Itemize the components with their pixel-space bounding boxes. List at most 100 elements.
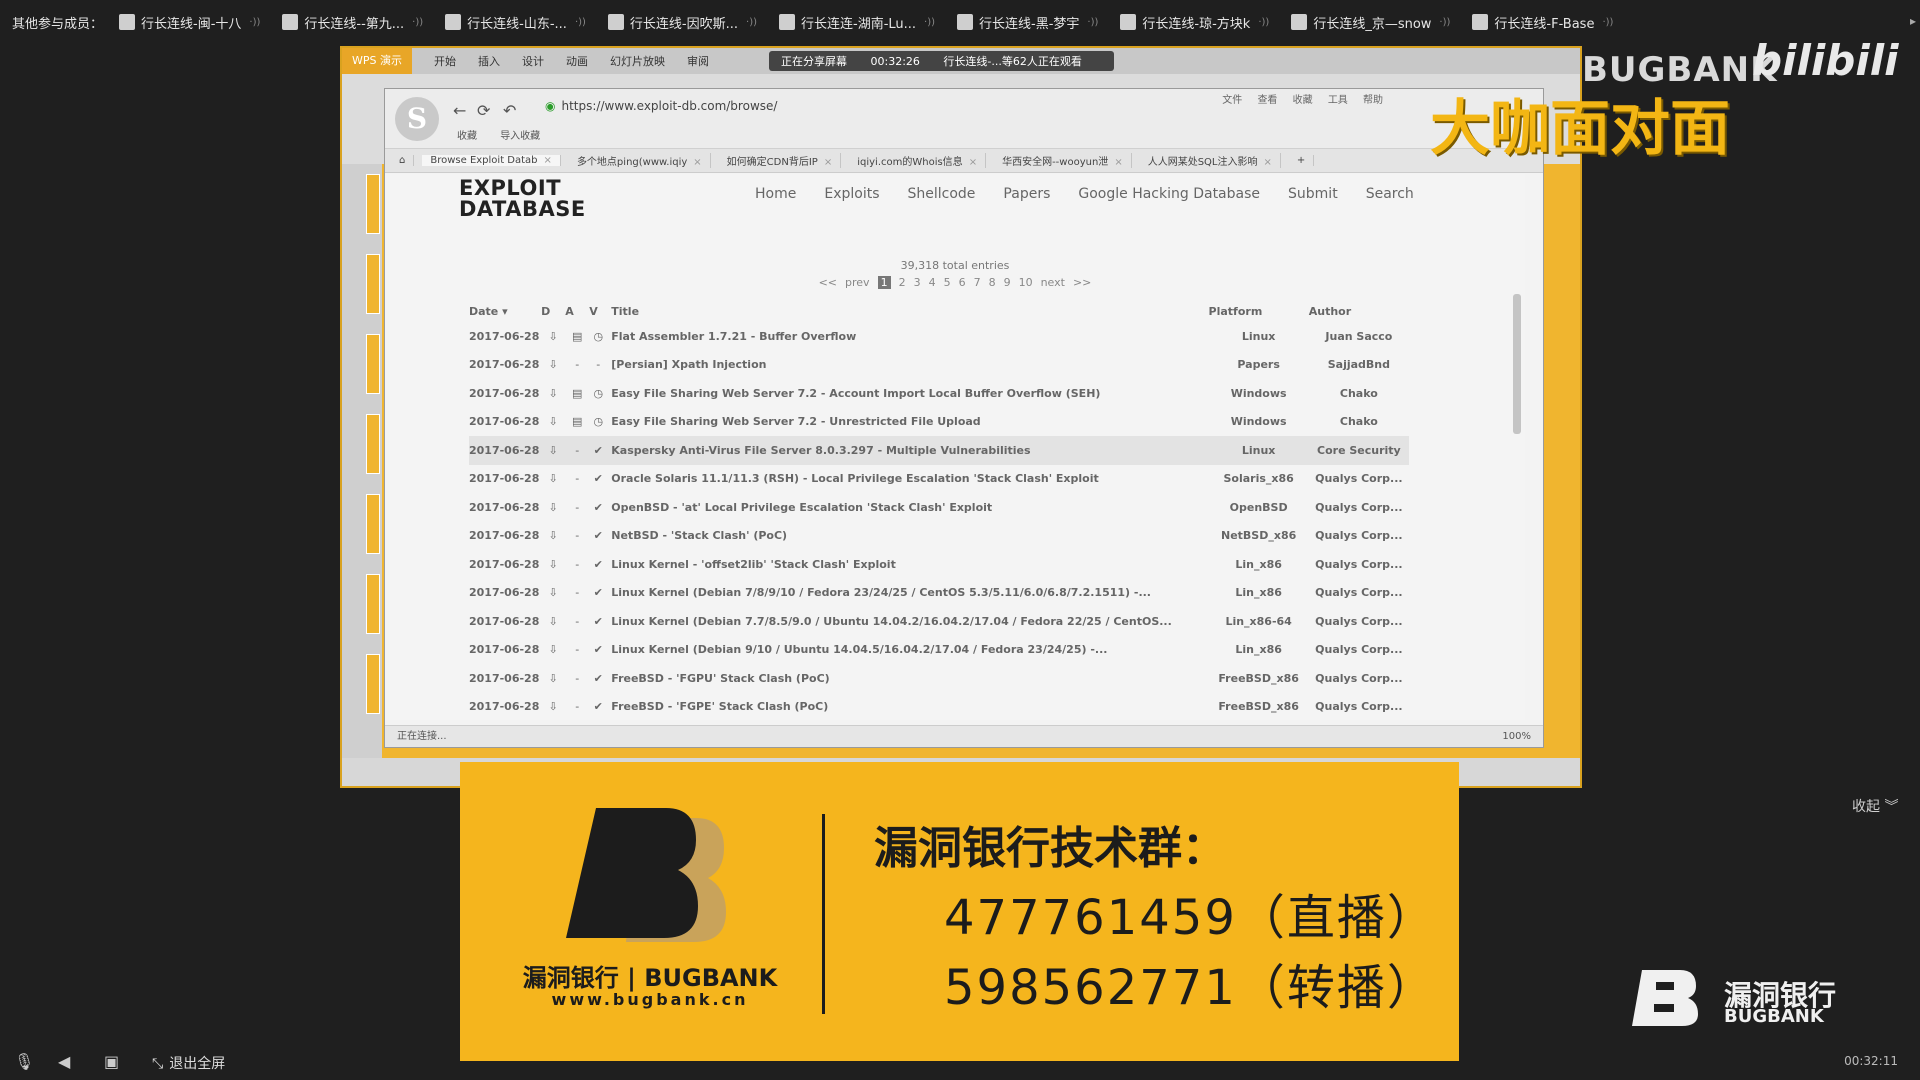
app-icon[interactable]: ▤: [565, 322, 589, 351]
page-link[interactable]: next: [1041, 276, 1065, 289]
row-title[interactable]: FreeBSD - 'FGPE' Stack Clash (PoC): [607, 693, 1208, 722]
close-icon[interactable]: ×: [1114, 157, 1122, 168]
row-author[interactable]: Chako: [1309, 379, 1409, 408]
page-link[interactable]: 8: [989, 276, 996, 289]
row-platform[interactable]: NetBSD_x86: [1209, 522, 1309, 551]
menu-tools[interactable]: 工具: [1328, 95, 1348, 106]
reload-icon[interactable]: ⟳: [477, 101, 490, 120]
table-row[interactable]: 2017-06-28 ⇩ - ✔ Linux Kernel (Debian 7.7/8.…: [469, 607, 1409, 636]
row-title[interactable]: Easy File Sharing Web Server 7.2 - Unres…: [607, 408, 1208, 437]
row-author[interactable]: Qualys Corp...: [1309, 664, 1409, 693]
app-icon[interactable]: -: [565, 465, 589, 494]
row-title[interactable]: Linux Kernel (Debian 9/10 / Ubuntu 14.04…: [607, 636, 1208, 665]
participant[interactable]: 行长连连-湖南-Lu... ·)): [779, 13, 935, 32]
table-row[interactable]: 2017-06-28 ⇩ - ✔ OpenBSD - 'at' Local Privil…: [469, 493, 1409, 522]
browser-tab[interactable]: Browse Exploit Datab ×: [422, 155, 561, 166]
table-row[interactable]: 2017-06-28 ⇩ ▤ ◷ Easy File Sharing Web Serve…: [469, 408, 1409, 437]
download-icon[interactable]: ⇩: [541, 465, 565, 494]
row-author[interactable]: Qualys Corp...: [1309, 693, 1409, 722]
wps-app-title[interactable]: WPS 演示: [342, 48, 412, 74]
download-icon[interactable]: ⇩: [541, 607, 565, 636]
wps-tab-start[interactable]: 开始: [434, 53, 456, 69]
download-icon[interactable]: ⇩: [541, 408, 565, 437]
download-icon[interactable]: ⇩: [541, 693, 565, 722]
nav-google-hacking-database[interactable]: Google Hacking Database: [1078, 186, 1260, 202]
participant[interactable]: 行长连线--第九... ·)): [282, 13, 423, 32]
page-scrollbar[interactable]: [1513, 294, 1521, 434]
page-link[interactable]: 3: [914, 276, 921, 289]
browser-tab[interactable]: 多个地点ping(www.iqiy ×: [569, 153, 711, 168]
page-link[interactable]: 1: [877, 276, 891, 289]
page-link[interactable]: 6: [959, 276, 966, 289]
row-title[interactable]: FreeBSD - 'FGPU' Stack Clash (PoC): [607, 664, 1208, 693]
download-icon[interactable]: ⇩: [541, 579, 565, 608]
slide-thumb[interactable]: [366, 574, 380, 634]
app-icon[interactable]: -: [565, 607, 589, 636]
row-author[interactable]: Qualys Corp...: [1309, 522, 1409, 551]
menu-help[interactable]: 帮助: [1363, 95, 1383, 106]
row-author[interactable]: SajjadBnd: [1309, 351, 1409, 380]
new-tab-icon[interactable]: +: [1289, 155, 1315, 166]
download-icon[interactable]: ⇩: [541, 493, 565, 522]
nav-papers[interactable]: Papers: [1003, 186, 1050, 202]
app-icon[interactable]: -: [565, 522, 589, 551]
back-icon[interactable]: ←: [453, 101, 466, 120]
browser-tab[interactable]: iqiyi.com的Whois信息 ×: [849, 153, 987, 168]
row-title[interactable]: Linux Kernel (Debian 7/8/9/10 / Fedora 2…: [607, 579, 1208, 608]
download-icon[interactable]: ⇩: [541, 522, 565, 551]
nav-search[interactable]: Search: [1366, 186, 1414, 202]
row-platform[interactable]: Papers: [1209, 351, 1309, 380]
bookmark-favorites[interactable]: 收藏: [457, 131, 477, 142]
row-title[interactable]: OpenBSD - 'at' Local Privilege Escalatio…: [607, 493, 1208, 522]
close-icon[interactable]: ×: [693, 157, 701, 168]
participant[interactable]: 行长连线_京—snow ·)): [1291, 13, 1450, 32]
download-icon[interactable]: ⇩: [541, 636, 565, 665]
app-icon[interactable]: -: [565, 351, 589, 380]
nav-submit[interactable]: Submit: [1288, 186, 1338, 202]
row-platform[interactable]: Lin_x86: [1209, 579, 1309, 608]
download-icon[interactable]: ⇩: [541, 322, 565, 351]
participant[interactable]: 行长连线-山东-... ·)): [445, 13, 586, 32]
slide-thumb[interactable]: [366, 494, 380, 554]
table-row[interactable]: 2017-06-28 ⇩ - ✔ Linux Kernel (Debian 9/10 /…: [469, 636, 1409, 665]
row-title[interactable]: NetBSD - 'Stack Clash' (PoC): [607, 522, 1208, 551]
app-icon[interactable]: -: [565, 664, 589, 693]
address-bar[interactable]: ◉ https://www.exploit-db.com/browse/: [545, 99, 777, 113]
row-platform[interactable]: Lin_x86: [1209, 550, 1309, 579]
page-link[interactable]: 2: [899, 276, 906, 289]
menu-favorites[interactable]: 收藏: [1293, 95, 1313, 106]
row-author[interactable]: Core Security: [1308, 436, 1409, 465]
download-icon[interactable]: ⇩: [541, 379, 565, 408]
row-author[interactable]: Qualys Corp...: [1309, 550, 1409, 579]
exploit-db-logo[interactable]: EXPLOIT DATABASE: [459, 178, 586, 220]
row-title[interactable]: Kaspersky Anti-Virus File Server 8.0.3.2…: [607, 436, 1209, 465]
row-author[interactable]: Chako: [1309, 408, 1409, 437]
wps-tab-review[interactable]: 审阅: [687, 53, 709, 69]
app-icon[interactable]: -: [565, 436, 590, 465]
participant[interactable]: 行长连线-琼-方块k ·)): [1120, 13, 1269, 32]
table-row[interactable]: 2017-06-28 ⇩ - ✔ NetBSD - 'Stack Clash' (PoC…: [469, 522, 1409, 551]
row-platform[interactable]: Linux: [1208, 436, 1309, 465]
bookmark-import[interactable]: 导入收藏: [500, 131, 540, 142]
undo-icon[interactable]: ↶: [503, 101, 516, 120]
slide-thumb[interactable]: [366, 254, 380, 314]
table-row[interactable]: 2017-06-28 ⇩ ▤ ◷ Flat Assembler 1.7.21 - Buf…: [469, 322, 1409, 351]
download-icon[interactable]: ⇩: [541, 351, 565, 380]
close-icon[interactable]: ×: [544, 155, 552, 166]
browser-tab[interactable]: 华西安全网--wooyun泄 ×: [994, 153, 1132, 168]
close-icon[interactable]: ×: [824, 157, 832, 168]
row-author[interactable]: Qualys Corp...: [1309, 607, 1409, 636]
table-row[interactable]: 2017-06-28 ⇩ - ✔ Linux Kernel (Debian 7/8/9/…: [469, 579, 1409, 608]
table-row[interactable]: 2017-06-28 ⇩ - ✔ Kaspersky Anti-Virus File S…: [469, 436, 1409, 465]
browser-tab[interactable]: 如何确定CDN背后IP ×: [719, 153, 842, 168]
exit-fullscreen-button[interactable]: ⤡ 退出全屏: [152, 1053, 225, 1073]
row-author[interactable]: Qualys Corp...: [1309, 465, 1409, 494]
home-icon[interactable]: ⌂: [391, 155, 415, 166]
wps-tab-design[interactable]: 设计: [522, 53, 544, 69]
page-link[interactable]: 5: [944, 276, 951, 289]
col-date[interactable]: Date ▾: [469, 300, 541, 322]
wps-tab-slideshow[interactable]: 幻灯片放映: [610, 53, 665, 69]
wps-tab-insert[interactable]: 插入: [478, 53, 500, 69]
app-icon[interactable]: ▤: [565, 408, 589, 437]
table-row[interactable]: 2017-06-28 ⇩ - ✔ FreeBSD - 'FGPU' Stack Clas…: [469, 664, 1409, 693]
